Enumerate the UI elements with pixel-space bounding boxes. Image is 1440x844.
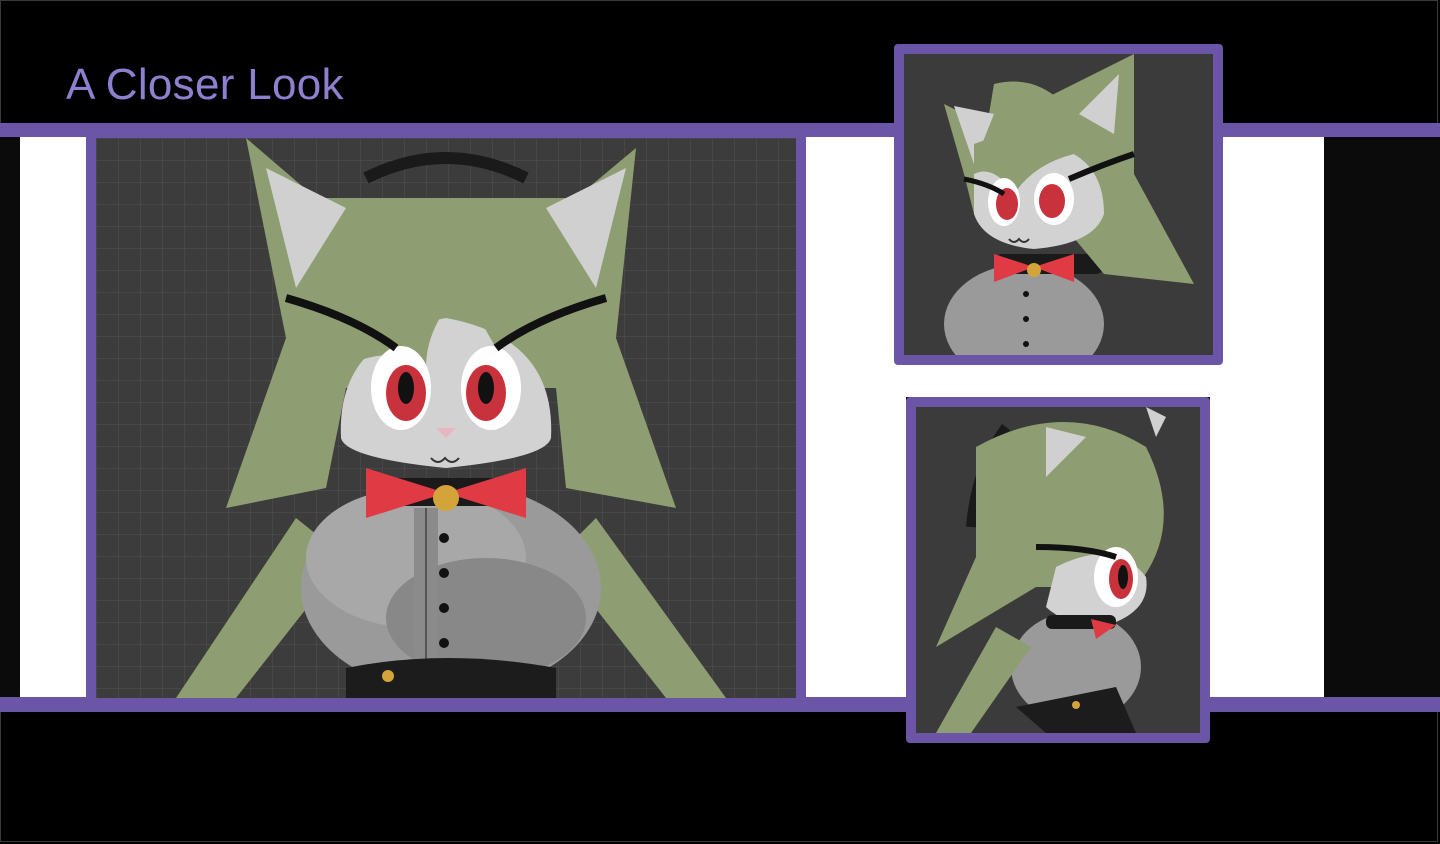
page-title: A Closer Look — [66, 60, 344, 109]
white-strip-middle — [806, 137, 906, 697]
character-front-render-icon — [176, 138, 726, 698]
main-render-panel — [86, 128, 806, 708]
white-strip-gap — [894, 365, 1224, 397]
bottom-render-panel — [906, 397, 1210, 743]
character-side-render-icon — [936, 407, 1166, 733]
top-render-panel — [894, 44, 1223, 365]
character-three-quarter-render-icon — [944, 54, 1194, 355]
white-strip-left — [20, 137, 86, 697]
white-strip-right — [1210, 137, 1324, 697]
